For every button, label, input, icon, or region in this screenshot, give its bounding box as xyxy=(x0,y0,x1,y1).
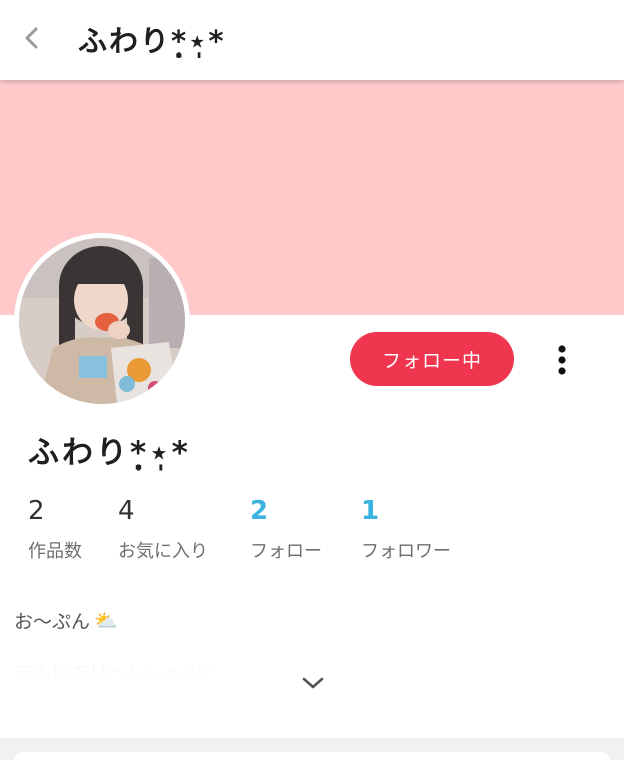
stat-works-label: 作品数 xyxy=(28,541,82,562)
chevron-left-icon xyxy=(22,25,42,55)
top-app-bar: ふわり*̣̩⋆̩* xyxy=(0,0,624,80)
chevron-down-icon xyxy=(301,675,325,695)
stat-followers-value: 1 xyxy=(361,496,380,526)
bio-line-1: お～ぷん ⛅ xyxy=(14,607,118,634)
more-options-button[interactable] xyxy=(546,342,578,382)
avatar-photo xyxy=(19,238,185,404)
stat-followers-label: フォロワー xyxy=(361,541,451,562)
stat-following-label: フォロー xyxy=(250,541,322,562)
stat-favorites-value: 4 xyxy=(118,496,135,526)
stat-favorites[interactable]: 4 お気に入り xyxy=(118,496,208,563)
stat-works[interactable]: 2 作品数 xyxy=(28,496,82,563)
header-title: ふわり*̣̩⋆̩* xyxy=(78,24,226,58)
stat-works-value: 2 xyxy=(28,496,45,526)
bio-line-1-text: お～ぷん xyxy=(14,611,91,633)
stat-following[interactable]: 2 フォロー xyxy=(250,496,322,563)
back-button[interactable] xyxy=(14,22,50,58)
stat-following-value: 2 xyxy=(250,496,269,526)
bio-line-2: こんにちは～(｡•ᴗ•｡)♡ xyxy=(14,662,213,684)
following-button[interactable]: フォロー中 xyxy=(350,332,514,386)
stat-favorites-label: お気に入り xyxy=(118,541,208,562)
profile-page: ふわり*̣̩⋆̩* フォロー中 ふわり*̣̩⋆̩* 2 作品数 4 お気に入り … xyxy=(0,0,624,760)
more-vertical-icon xyxy=(557,344,567,380)
display-name: ふわり*̣̩⋆̩* xyxy=(28,435,191,471)
stat-followers[interactable]: 1 フォロワー xyxy=(361,496,451,563)
avatar[interactable] xyxy=(14,233,190,409)
content-card xyxy=(14,752,610,760)
expand-bio-button[interactable] xyxy=(296,670,330,700)
sun-behind-cloud-icon: ⛅ xyxy=(94,610,118,632)
